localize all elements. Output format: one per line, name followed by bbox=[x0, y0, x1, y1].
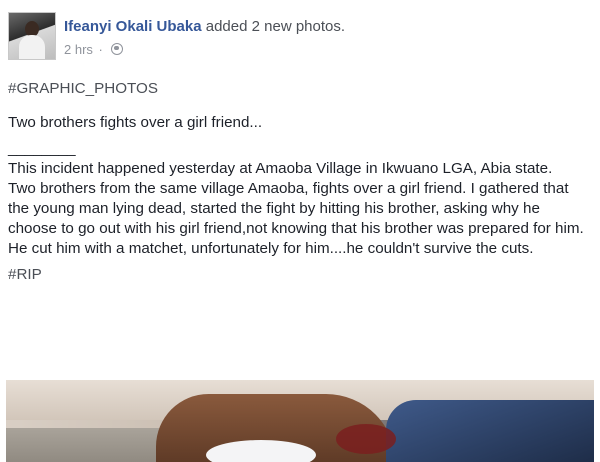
photo-blue-fabric bbox=[386, 400, 594, 462]
post-title-line: Two brothers fights over a girl friend..… bbox=[8, 114, 263, 131]
author-name-link[interactable]: Ifeanyi Okali Ubaka bbox=[64, 18, 202, 35]
globe-icon[interactable] bbox=[110, 43, 123, 55]
photo-stain bbox=[336, 424, 396, 454]
post-paragraph-2: Two brothers from the same village Amaob… bbox=[8, 180, 584, 237]
post-divider-line: ________ bbox=[8, 140, 76, 157]
hashtag-rip[interactable]: #RIP bbox=[8, 265, 588, 285]
meta-separator: · bbox=[98, 42, 103, 57]
post-body: #GRAPHIC_PHOTOS Two brothers fights over… bbox=[8, 79, 588, 285]
photo-white-cloth bbox=[206, 440, 316, 462]
post-paragraph-3: He cut him with a matchet, unfortunately… bbox=[8, 240, 534, 257]
avatar[interactable] bbox=[8, 12, 56, 60]
post-photo[interactable] bbox=[6, 380, 594, 462]
post-headline: Ifeanyi Okali Ubaka added 2 new photos. bbox=[64, 18, 345, 35]
facebook-post: Ifeanyi Okali Ubaka added 2 new photos. … bbox=[0, 0, 600, 462]
post-paragraph-1: This incident happened yesterday at Amao… bbox=[8, 160, 553, 177]
post-meta: 2 hrs · bbox=[64, 42, 123, 57]
hashtag-graphic-photos[interactable]: #GRAPHIC_PHOTOS bbox=[8, 79, 588, 99]
avatar-shirt bbox=[19, 35, 45, 59]
post-header: Ifeanyi Okali Ubaka added 2 new photos. … bbox=[8, 12, 588, 66]
timestamp-link[interactable]: 2 hrs bbox=[64, 42, 93, 57]
post-action-text: added 2 new photos. bbox=[201, 18, 346, 35]
